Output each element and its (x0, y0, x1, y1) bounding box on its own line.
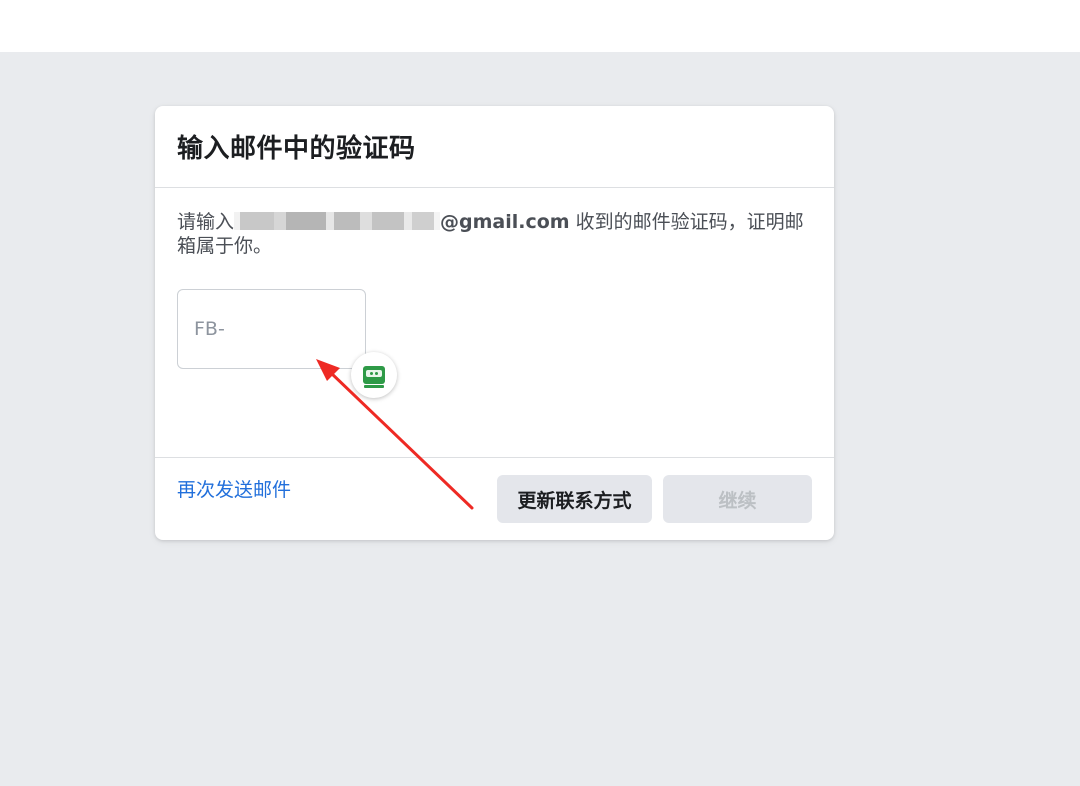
dialog-footer: 更新联系方式 继续 (155, 458, 834, 540)
password-manager-extension-button[interactable] (351, 352, 397, 398)
email-domain: @gmail.com (440, 211, 570, 233)
verification-code-input[interactable] (177, 289, 366, 369)
update-contact-button[interactable]: 更新联系方式 (497, 475, 652, 523)
robot-icon (363, 366, 385, 388)
dialog-header: 输入邮件中的验证码 (155, 106, 834, 188)
verification-dialog: 输入邮件中的验证码 请输入 @gmail.com 收到的邮件验证码，证明邮箱属于你… (155, 106, 834, 540)
top-bar (0, 0, 1080, 52)
dialog-title: 输入邮件中的验证码 (177, 134, 416, 164)
masked-email-redaction (234, 212, 441, 230)
instruction-prefix: 请输入 (177, 211, 235, 233)
instruction-text: 请输入 @gmail.com 收到的邮件验证码，证明邮箱属于你。 (177, 210, 807, 258)
continue-button[interactable]: 继续 (663, 475, 812, 523)
dialog-body: 请输入@gmail.com 收到的邮件验证码，证明邮箱属于你。 再次发送邮件 (155, 188, 834, 501)
